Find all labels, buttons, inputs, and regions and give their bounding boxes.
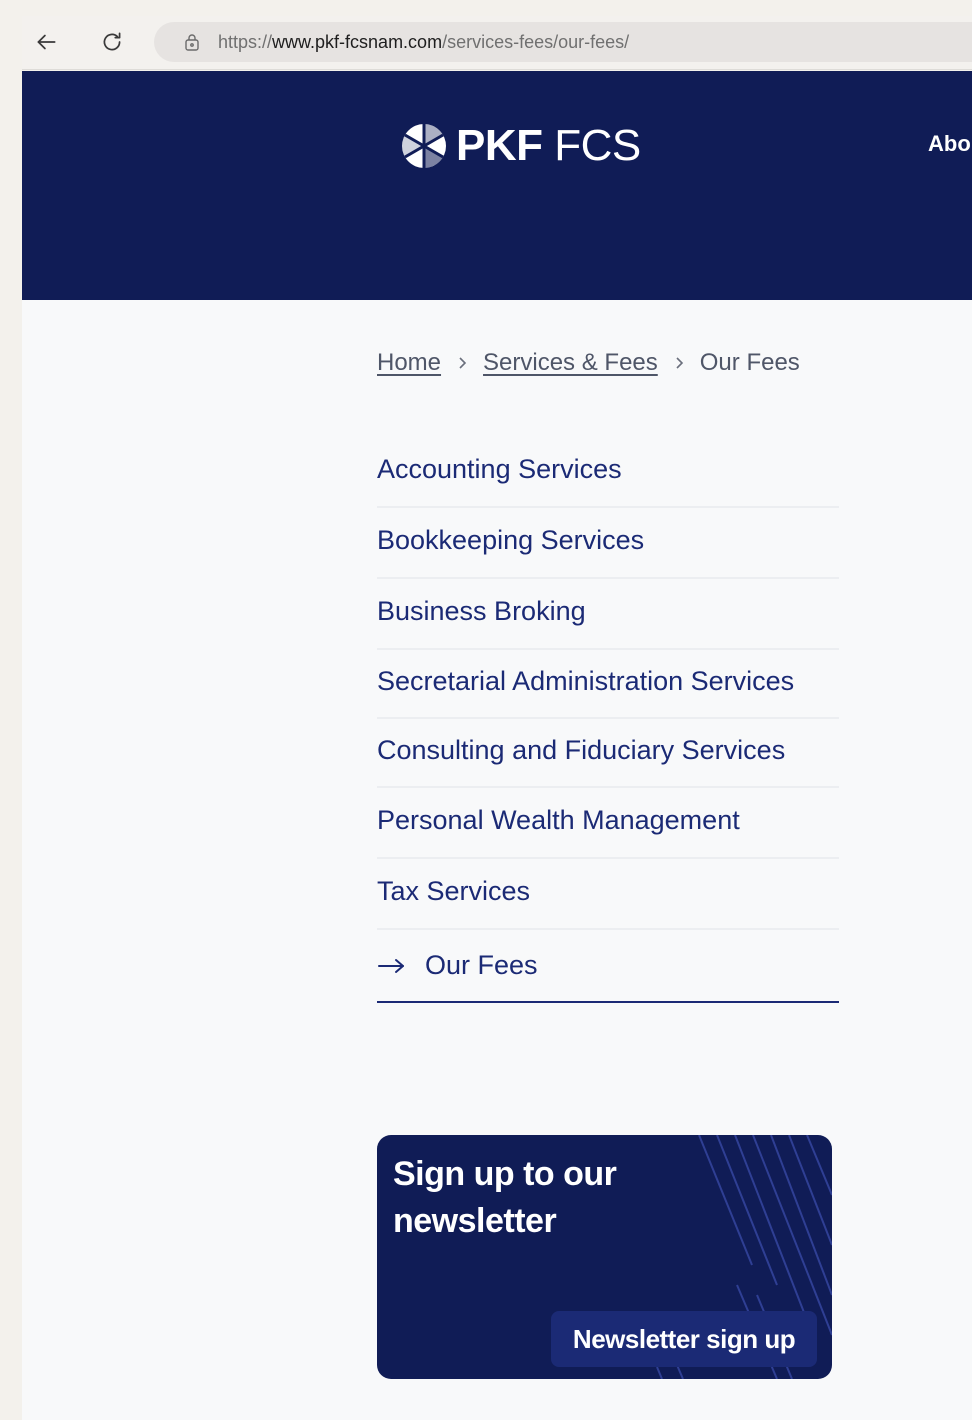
chevron-right-icon <box>459 357 467 369</box>
breadcrumb-home[interactable]: Home <box>377 349 441 377</box>
address-bar[interactable]: https://www.pkf-fcsnam.com/services-fees… <box>154 22 972 62</box>
url-scheme: https:// <box>218 31 273 52</box>
logo-text-pkf: PKF <box>456 121 543 170</box>
lock-icon <box>185 34 199 51</box>
logo-text-fcs: FCS <box>554 121 641 170</box>
back-arrow-icon[interactable] <box>28 24 64 60</box>
nav-item-about[interactable]: Abo <box>928 131 971 157</box>
url-host: www.pkf-fcsnam.com <box>272 31 443 52</box>
newsletter-signup-button[interactable]: Newsletter sign up <box>551 1311 817 1367</box>
menu-item-secretarial-administration[interactable]: Secretarial Administration Services <box>377 650 839 719</box>
menu-item-tax-services[interactable]: Tax Services <box>377 859 839 930</box>
menu-item-accounting-services[interactable]: Accounting Services <box>377 437 839 508</box>
pkf-logo-mark-icon <box>402 124 446 168</box>
newsletter-card: Sign up to our newsletter Newsletter sig… <box>377 1135 832 1379</box>
breadcrumb-current: Our Fees <box>699 349 800 376</box>
arrow-right-icon <box>378 958 404 973</box>
newsletter-title: Sign up to our newsletter <box>393 1155 617 1240</box>
menu-item-our-fees-label: Our Fees <box>425 950 538 980</box>
web-page: PKF FCS Abo Home Services & Fees Our Fee… <box>22 71 972 1420</box>
menu-item-personal-wealth-management[interactable]: Personal Wealth Management <box>377 788 839 859</box>
reload-icon[interactable] <box>94 24 130 60</box>
chevron-right-icon <box>676 357 683 369</box>
menu-item-consulting-fiduciary[interactable]: Consulting and Fiduciary Services <box>377 719 839 788</box>
url-path: /services-fees/our-fees/ <box>442 31 630 52</box>
breadcrumb-services-fees[interactable]: Services & Fees <box>483 349 658 377</box>
browser-toolbar: https://www.pkf-fcsnam.com/services-fees… <box>22 16 972 70</box>
breadcrumb: Home Services & Fees Our Fees <box>377 349 800 377</box>
site-header: PKF FCS Abo <box>22 71 972 300</box>
menu-item-business-broking[interactable]: Business Broking <box>377 579 839 650</box>
pkf-fcs-logo[interactable]: PKF FCS <box>400 119 641 173</box>
menu-item-bookkeeping-services[interactable]: Bookkeeping Services <box>377 508 839 579</box>
menu-item-our-fees[interactable]: Our Fees <box>377 930 839 1003</box>
services-side-menu: Accounting Services Bookkeeping Services… <box>377 437 839 1003</box>
